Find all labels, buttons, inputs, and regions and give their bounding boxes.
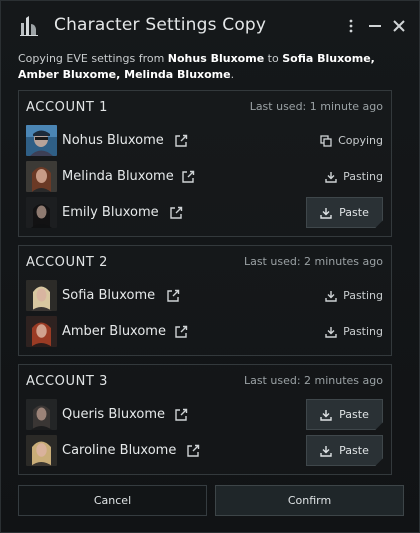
status-pasting: Pasting (325, 289, 383, 302)
external-link-icon[interactable] (174, 133, 188, 147)
external-link-icon[interactable] (166, 288, 180, 302)
external-link-icon[interactable] (174, 407, 188, 421)
character-name: Sofia Bluxome (62, 288, 156, 303)
title-bar: Character Settings Copy (1, 1, 419, 51)
character-name: Caroline Bluxome (62, 443, 177, 458)
character-row: Queris Bluxome Paste (19, 398, 391, 432)
copy-description: Copying EVE settings from Nohus Bluxome … (18, 51, 408, 83)
status-label: Pasting (343, 325, 383, 338)
account-title: ACCOUNT 3 (26, 374, 109, 389)
download-icon (320, 445, 332, 457)
external-link-icon[interactable] (174, 324, 188, 338)
character-name: Nohus Bluxome (62, 133, 164, 148)
external-link-icon[interactable] (169, 205, 183, 219)
character-row: Emily Bluxome Paste (19, 196, 391, 230)
window-title: Character Settings Copy (54, 15, 267, 35)
character-name: Emily Bluxome (62, 205, 159, 220)
more-options-icon[interactable] (342, 17, 360, 35)
avatar (26, 125, 57, 156)
account-title: ACCOUNT 2 (26, 255, 109, 270)
account-panel: ACCOUNT 3 Last used: 2 minutes ago Queri… (18, 364, 392, 475)
last-used-label: Last used: 1 minute ago (249, 100, 383, 113)
character-name: Amber Bluxome (62, 324, 166, 339)
last-used-label: Last used: 2 minutes ago (243, 255, 383, 268)
description-suffix: . (230, 68, 235, 81)
copy-icon (320, 134, 332, 147)
minimize-icon[interactable] (366, 17, 384, 35)
last-used-label: Last used: 2 minutes ago (243, 374, 383, 387)
account-panel: ACCOUNT 1 Last used: 1 minute ago Nohus … (18, 90, 392, 237)
paste-button-label: Paste (339, 444, 369, 457)
download-icon (325, 171, 337, 183)
account-panel: ACCOUNT 2 Last used: 2 minutes ago Sofia… (18, 245, 392, 356)
description-middle: to (264, 52, 283, 65)
settings-copy-window: Character Settings Copy Copying EVE sett… (0, 0, 420, 533)
status-copying: Copying (320, 134, 383, 147)
status-pasting: Pasting (325, 170, 383, 183)
character-row: Amber Bluxome Pasting (19, 315, 391, 349)
download-icon (320, 409, 332, 421)
avatar (26, 399, 57, 430)
character-row: Melinda Bluxome Pasting (19, 160, 391, 194)
paste-button[interactable]: Paste (306, 435, 383, 466)
source-character: Nohus Bluxome (167, 52, 265, 65)
character-row: Sofia Bluxome Pasting (19, 279, 391, 313)
download-icon (320, 207, 332, 219)
confirm-button[interactable]: Confirm (215, 485, 404, 516)
description-prefix: Copying EVE settings from (18, 52, 168, 65)
eve-logo-icon (18, 15, 40, 37)
avatar (26, 316, 57, 347)
status-label: Pasting (343, 170, 383, 183)
close-icon[interactable] (390, 17, 408, 35)
download-icon (325, 326, 337, 338)
paste-button[interactable]: Paste (306, 197, 383, 228)
paste-button-label: Paste (339, 206, 369, 219)
avatar (26, 161, 57, 192)
avatar (26, 435, 57, 466)
status-label: Copying (338, 134, 383, 147)
avatar (26, 280, 57, 311)
status-label: Pasting (343, 289, 383, 302)
character-name: Queris Bluxome (62, 407, 166, 422)
character-name: Melinda Bluxome (62, 169, 174, 184)
external-link-icon[interactable] (181, 169, 195, 183)
status-pasting: Pasting (325, 325, 383, 338)
cancel-button[interactable]: Cancel (18, 485, 207, 516)
character-row: Caroline Bluxome Paste (19, 434, 391, 468)
download-icon (325, 290, 337, 302)
paste-button[interactable]: Paste (306, 399, 383, 430)
account-title: ACCOUNT 1 (26, 100, 109, 115)
character-row: Nohus Bluxome Copying (19, 124, 391, 158)
avatar (26, 197, 57, 228)
external-link-icon[interactable] (186, 443, 200, 457)
paste-button-label: Paste (339, 408, 369, 421)
